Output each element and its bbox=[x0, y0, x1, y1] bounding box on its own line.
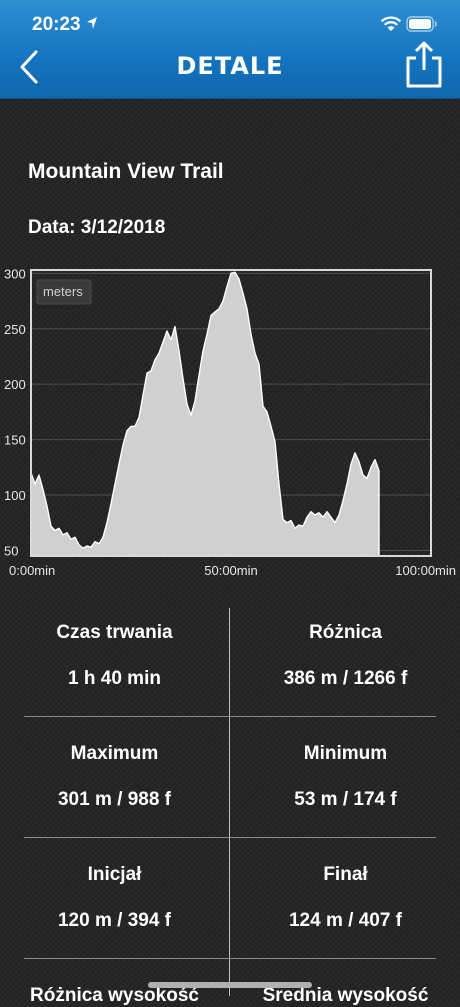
stats-divider bbox=[24, 837, 436, 838]
y-tick-label: 200 bbox=[4, 377, 26, 392]
stats-divider bbox=[24, 958, 436, 959]
stat-maximum: Maximum 301 m / 988 f bbox=[0, 743, 229, 811]
stats-divider bbox=[24, 716, 436, 717]
x-tick-label: 100:00min bbox=[395, 563, 456, 578]
stat-minimum: Minimum 53 m / 174 f bbox=[231, 743, 460, 811]
trail-name: Mountain View Trail bbox=[28, 160, 224, 183]
stat-value: 124 m / 407 f bbox=[288, 910, 403, 931]
stat-difference: Różnica 386 m / 1266 f bbox=[231, 622, 460, 690]
stat-value: 301 m / 988 f bbox=[57, 789, 172, 810]
stat-duration: Czas trwania 1 h 40 min bbox=[0, 622, 229, 690]
stat-elevation-difference: Różnica wysokość bbox=[0, 985, 229, 1007]
status-time: 20:23 bbox=[32, 14, 81, 35]
stat-label: Różnica wysokość bbox=[30, 985, 199, 1006]
elevation-chart: meters 300 250 200 150 100 50 0:00min 50:00min… bbox=[4, 266, 456, 578]
wifi-icon bbox=[380, 16, 402, 31]
x-tick-label: 0:00min bbox=[9, 563, 55, 578]
stat-initial: Inicjał 120 m / 394 f bbox=[0, 864, 229, 932]
stat-label: Średnia wysokość bbox=[262, 985, 429, 1006]
trail-date: Data: 3/12/2018 bbox=[28, 217, 166, 238]
location-arrow-icon bbox=[87, 17, 97, 29]
stat-label: Finał bbox=[323, 864, 368, 885]
stat-average-elevation: Średnia wysokość bbox=[231, 985, 460, 1007]
stat-value: 120 m / 394 f bbox=[57, 910, 172, 931]
stat-final: Finał 124 m / 407 f bbox=[231, 864, 460, 932]
stat-value: 53 m / 174 f bbox=[294, 789, 397, 810]
y-tick-label: 150 bbox=[4, 433, 26, 448]
stat-value: 1 h 40 min bbox=[68, 668, 161, 689]
stat-label: Maximum bbox=[70, 743, 159, 764]
y-tick-label: 300 bbox=[4, 266, 26, 281]
battery-icon bbox=[406, 16, 437, 32]
page-title: DETALE bbox=[176, 52, 284, 80]
legend-label: meters bbox=[43, 284, 83, 299]
home-indicator bbox=[148, 982, 312, 988]
y-tick-label: 250 bbox=[4, 322, 26, 337]
y-tick-label: 50 bbox=[4, 543, 18, 558]
elevation-area bbox=[30, 271, 380, 557]
stats-vertical-divider bbox=[229, 608, 230, 996]
stat-label: Inicjał bbox=[87, 864, 142, 885]
y-tick-label: 100 bbox=[4, 488, 26, 503]
stat-value: 386 m / 1266 f bbox=[283, 668, 408, 689]
stat-label: Czas trwania bbox=[56, 622, 173, 643]
x-tick-label: 50:00min bbox=[204, 563, 257, 578]
status-bar: 20:23 bbox=[0, 0, 460, 50]
stats-grid: Czas trwania 1 h 40 min Różnica 386 m / … bbox=[0, 608, 460, 1006]
stat-label: Różnica bbox=[309, 622, 382, 643]
stat-label: Minimum bbox=[303, 743, 388, 764]
